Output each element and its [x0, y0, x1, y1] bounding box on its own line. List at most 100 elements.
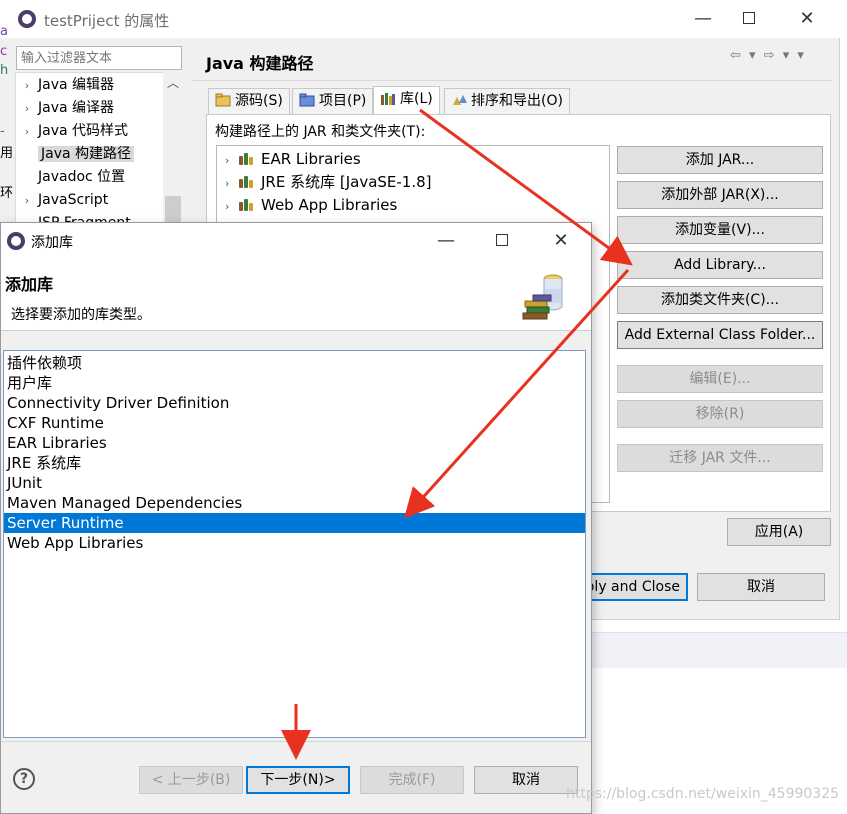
filter-input[interactable] — [16, 46, 182, 70]
add-variable-button[interactable]: 添加变量(V)... — [617, 216, 823, 244]
minimize-icon: — — [437, 230, 455, 251]
tree-node-label: JRE 系统库 [JavaSE-1.8] — [261, 173, 432, 191]
eclipse-app-icon — [18, 10, 36, 28]
next-button[interactable]: 下一步(N)> — [246, 766, 350, 794]
tab-label: 排序和导出(O) — [471, 93, 563, 109]
tab-label: 源码(S) — [235, 93, 283, 109]
add-library-titlebar: 添加库 — ✕ — [1, 223, 591, 259]
chevron-right-icon: › — [24, 102, 30, 115]
cancel-button[interactable]: 取消 — [474, 766, 578, 794]
chevron-right-icon: › — [24, 79, 30, 92]
minimize-icon: — — [694, 8, 712, 29]
property-tree-items: › Java 编辑器 › Java 编译器 › Java 代码样式 Java 构建路径… — [16, 73, 162, 231]
divider — [1, 741, 591, 742]
divider — [192, 80, 832, 81]
minimize-button[interactable]: — — [431, 226, 461, 256]
tree-item-java-code-style[interactable]: › Java 代码样式 — [16, 120, 128, 143]
library-jar-icon — [519, 271, 575, 323]
tree-node-jre-system-library[interactable]: › JRE 系统库 [JavaSE-1.8] — [225, 171, 432, 194]
editor-fragment: - — [0, 124, 5, 139]
minimize-button[interactable]: — — [688, 4, 718, 34]
apply-button[interactable]: 应用(A) — [727, 518, 831, 546]
library-icon — [380, 89, 396, 105]
editor-fragment: 用 — [0, 146, 14, 161]
library-icon — [239, 197, 257, 211]
finish-button[interactable]: 完成(F) — [360, 766, 464, 794]
add-library-window-title: 添加库 — [31, 235, 73, 251]
scroll-up-icon[interactable]: ︿ — [163, 74, 183, 92]
tree-item-javadoc-location[interactable]: Javadoc 位置 — [16, 166, 125, 189]
watermark: https://blog.csdn.net/weixin_45990325 — [566, 786, 840, 802]
tab-libraries[interactable]: 库(L) — [373, 86, 440, 115]
editor-fragment: c — [0, 44, 8, 59]
project-icon — [299, 91, 315, 107]
chevron-right-icon: › — [225, 154, 230, 167]
add-external-class-folder-button[interactable]: Add External Class Folder... — [617, 321, 823, 349]
tab-label: 项目(P) — [319, 93, 367, 109]
list-item-plugin-dependencies[interactable]: 插件依赖项 — [4, 353, 585, 373]
library-type-list: 插件依赖项 用户库 Connectivity Driver Definition… — [3, 350, 586, 738]
add-library-dialog: 添加库 — ✕ 添加库 选择要添加的库类型。 插件依赖项 用户库 Connect… — [0, 222, 592, 814]
tab-label: 库(L) — [400, 91, 433, 107]
close-button[interactable]: ✕ — [792, 4, 822, 34]
migrate-jar-button[interactable]: 迁移 JAR 文件... — [617, 444, 823, 472]
edit-button[interactable]: 编辑(E)... — [617, 365, 823, 393]
editor-fragment: 环 — [0, 186, 14, 201]
tree-item-label: Java 构建路径 — [38, 146, 135, 162]
tree-node-label: EAR Libraries — [261, 150, 361, 168]
cancel-button[interactable]: 取消 — [697, 573, 825, 601]
source-folder-icon — [215, 91, 231, 107]
chevron-right-icon: › — [225, 177, 230, 190]
list-item-ear-libraries[interactable]: EAR Libraries — [4, 433, 585, 453]
chevron-right-icon: › — [24, 194, 30, 207]
list-item-server-runtime[interactable]: Server Runtime — [4, 513, 585, 533]
tree-node-label: Web App Libraries — [261, 196, 398, 214]
list-item-user-library[interactable]: 用户库 — [4, 373, 585, 393]
close-button[interactable]: ✕ — [546, 226, 576, 256]
list-item-web-app-libraries[interactable]: Web App Libraries — [4, 533, 585, 553]
maximize-icon — [743, 12, 755, 24]
build-path-description: 构建路径上的 JAR 和类文件夹(T): — [215, 124, 426, 140]
tree-item-java-build-path[interactable]: Java 构建路径 — [16, 143, 135, 166]
add-jar-button[interactable]: 添加 JAR... — [617, 146, 823, 174]
list-item-connectivity-driver[interactable]: Connectivity Driver Definition — [4, 393, 585, 413]
chevron-right-icon: › — [225, 200, 230, 213]
list-item-junit[interactable]: JUnit — [4, 473, 585, 493]
help-icon[interactable]: ? — [13, 768, 35, 790]
properties-window-title: testPriject 的属性 — [44, 12, 170, 30]
tree-item-java-editor[interactable]: › Java 编辑器 — [16, 74, 114, 97]
back-button[interactable]: < 上一步(B) — [139, 766, 243, 794]
tab-source[interactable]: 源码(S) — [208, 88, 290, 114]
tree-item-java-compiler[interactable]: › Java 编译器 — [16, 97, 114, 120]
add-external-jar-button[interactable]: 添加外部 JAR(X)... — [617, 181, 823, 209]
tab-order-export[interactable]: 排序和导出(O) — [444, 88, 570, 114]
wizard-heading: 添加库 — [5, 275, 54, 294]
order-export-icon — [451, 91, 467, 105]
wizard-subtitle: 选择要添加的库类型。 — [11, 307, 151, 323]
tree-node-web-app-libraries[interactable]: › Web App Libraries — [225, 194, 397, 217]
history-nav-arrows[interactable]: ⇦ ▾ ⇨ ▾ ▾ — [730, 48, 806, 63]
editor-fragment: a — [0, 24, 8, 39]
maximize-icon — [496, 234, 508, 246]
list-item-maven-dependencies[interactable]: Maven Managed Dependencies — [4, 493, 585, 513]
tree-node-ear-libraries[interactable]: › EAR Libraries — [225, 148, 361, 171]
maximize-button[interactable] — [487, 226, 517, 256]
remove-button[interactable]: 移除(R) — [617, 400, 823, 428]
close-icon: ✕ — [553, 230, 569, 251]
editor-fragment: h — [0, 63, 9, 78]
editor-background-strip — [592, 632, 847, 668]
maximize-button[interactable] — [734, 4, 764, 34]
tab-projects[interactable]: 项目(P) — [292, 88, 374, 114]
chevron-right-icon: › — [24, 125, 30, 138]
list-item-cxf-runtime[interactable]: CXF Runtime — [4, 413, 585, 433]
tree-item-javascript[interactable]: › JavaScript — [16, 189, 108, 212]
tree-item-label: Java 编辑器 — [38, 77, 115, 93]
tree-item-label: Javadoc 位置 — [38, 169, 126, 185]
add-library-button[interactable]: Add Library... — [617, 251, 823, 279]
add-class-folder-button[interactable]: 添加类文件夹(C)... — [617, 286, 823, 314]
properties-titlebar: testPriject 的属性 — ✕ — [0, 0, 840, 38]
page-title: Java 构建路径 — [206, 54, 314, 73]
tree-item-label: Java 编译器 — [38, 100, 115, 116]
list-item-jre-system-library[interactable]: JRE 系统库 — [4, 453, 585, 473]
tree-item-label: Java 代码样式 — [38, 123, 129, 139]
